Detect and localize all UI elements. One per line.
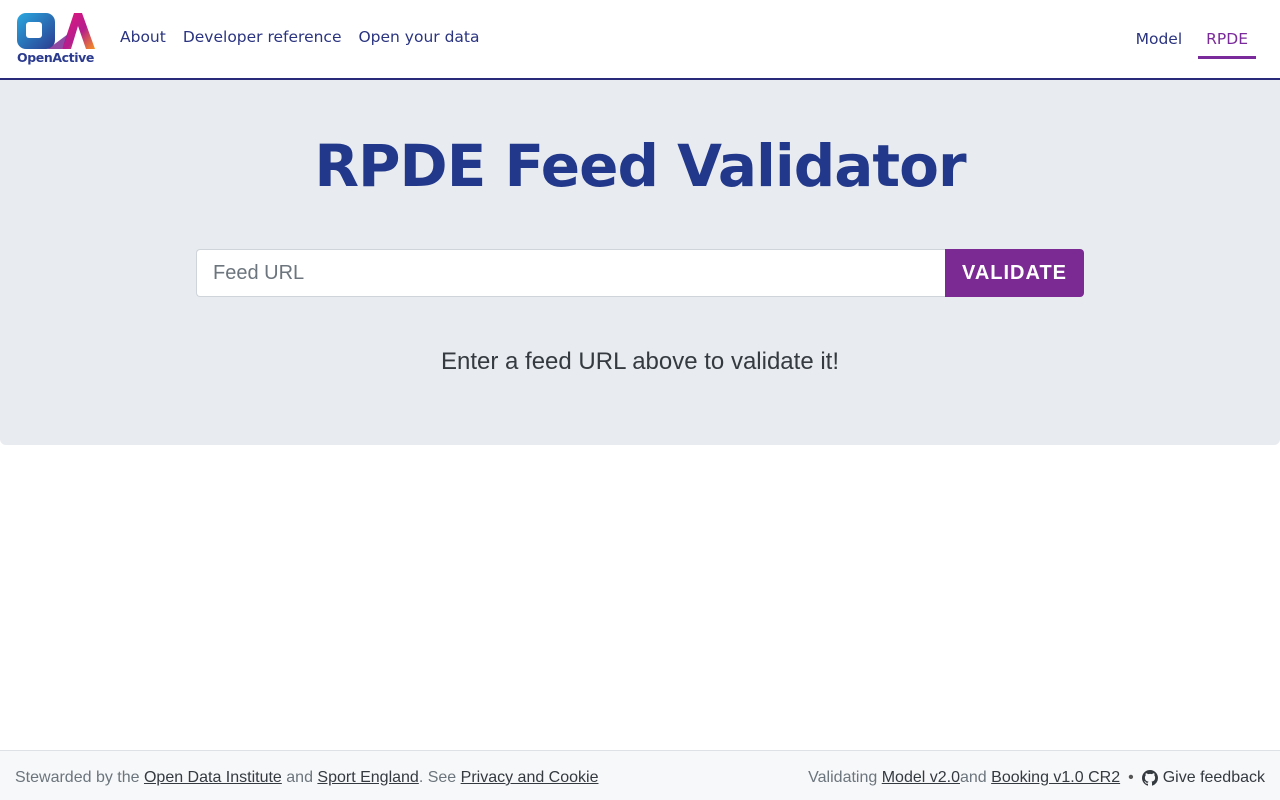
- logo-text: OpenActive: [17, 50, 94, 65]
- nav-item-model: Model: [1128, 0, 1191, 78]
- footer-text-and-2: and: [959, 769, 987, 786]
- nav-item-rpde: RPDE: [1198, 0, 1256, 78]
- openactive-logo[interactable]: OpenActive: [16, 12, 96, 66]
- feed-url-input[interactable]: [196, 249, 946, 297]
- github-icon: [1141, 770, 1158, 786]
- footer-stewardship: Stewarded by the Open Data Institute and…: [15, 769, 598, 787]
- footer-text-validating: Validating: [808, 769, 878, 786]
- footer-versions: Validating Model v2.0 and Booking v1.0 C…: [808, 769, 1265, 787]
- footer-separator: •: [1128, 769, 1134, 786]
- validate-button[interactable]: VALIDATE: [945, 249, 1084, 297]
- nav-link-open-your-data[interactable]: Open your data: [358, 28, 479, 46]
- page-title: RPDE Feed Validator: [314, 132, 966, 200]
- nav-link-developer-reference[interactable]: Developer reference: [183, 28, 342, 46]
- nav-link-model[interactable]: Model: [1136, 30, 1183, 48]
- odi-link[interactable]: Open Data Institute: [144, 769, 282, 786]
- footer-text-see: . See: [418, 769, 461, 786]
- give-feedback-label: Give feedback: [1162, 769, 1265, 786]
- nav-link-rpde[interactable]: RPDE: [1206, 30, 1248, 48]
- booking-version-link[interactable]: Booking v1.0 CR2: [991, 769, 1120, 787]
- footer: Stewarded by the Open Data Institute and…: [0, 750, 1280, 800]
- privacy-link[interactable]: Privacy and Cookie: [461, 769, 599, 786]
- footer-text-stewarded: Stewarded by the: [15, 769, 144, 786]
- instruction-text: Enter a feed URL above to validate it!: [440, 348, 839, 375]
- nav-link-about[interactable]: About: [120, 28, 166, 46]
- give-feedback-link[interactable]: Give feedback: [1141, 769, 1265, 787]
- openactive-logo-mark-icon: [17, 13, 95, 49]
- primary-nav: About Developer reference Open your data: [120, 28, 480, 46]
- secondary-nav: Model RPDE: [1128, 0, 1256, 78]
- model-version-link[interactable]: Model v2.0: [882, 769, 960, 787]
- navbar: OpenActive About Developer reference Ope…: [0, 0, 1280, 80]
- validator-panel: RPDE Feed Validator VALIDATE Enter a fee…: [0, 80, 1280, 445]
- sport-england-link[interactable]: Sport England: [317, 769, 418, 786]
- footer-text-and: and: [281, 769, 318, 786]
